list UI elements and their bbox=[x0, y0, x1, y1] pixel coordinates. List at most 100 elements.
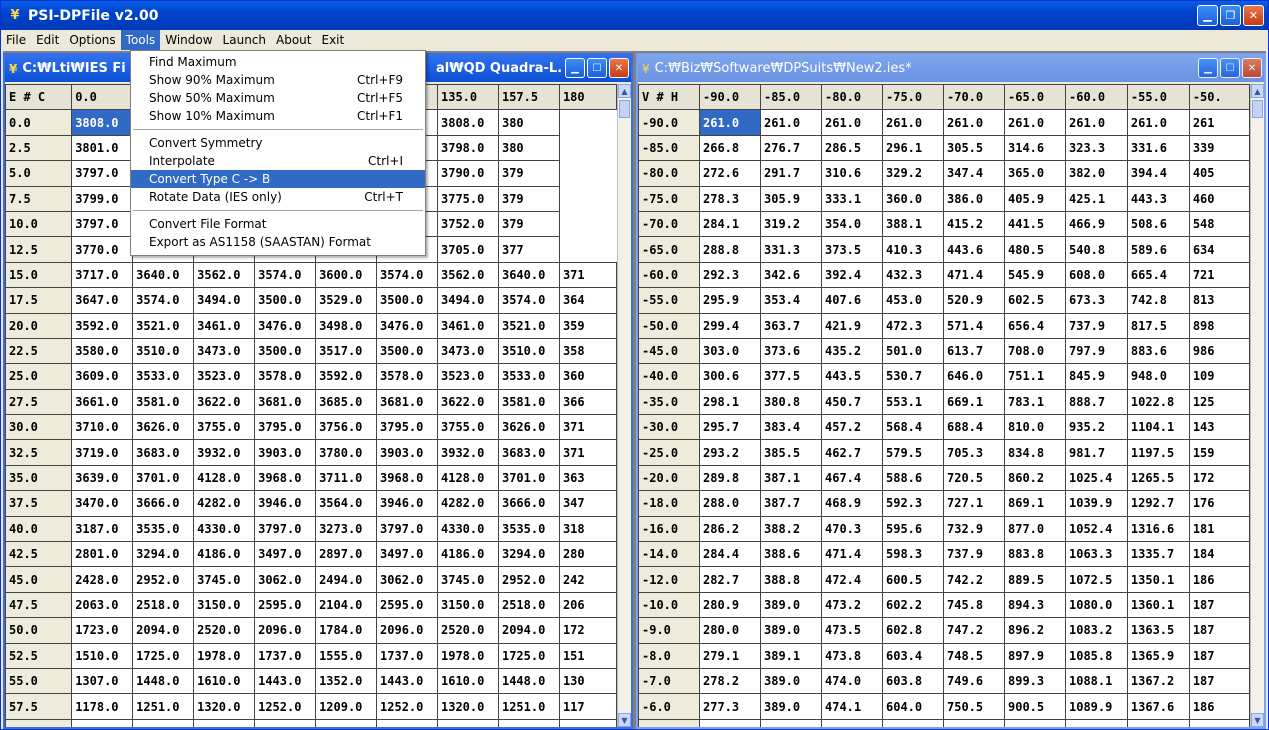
grid-cell[interactable]: 888.7 bbox=[1065, 388, 1128, 416]
grid-cell[interactable]: 3574.0 bbox=[132, 287, 195, 314]
grid-cell[interactable]: 1063.3 bbox=[1065, 541, 1128, 568]
grid-cell[interactable]: 3770.0 bbox=[71, 236, 134, 263]
grid-cell[interactable]: 751.1 bbox=[1004, 363, 1066, 390]
grid-cell[interactable]: 1978.0 bbox=[437, 642, 499, 669]
grid-cell[interactable]: 720.5 bbox=[943, 464, 1005, 492]
grid-cell[interactable]: 1320.0 bbox=[193, 693, 256, 720]
menu-item-show-10-maximum[interactable]: Show 10% Maximum Ctrl+F1 bbox=[131, 107, 425, 125]
column-header[interactable]: -65.0 bbox=[1004, 84, 1066, 111]
right-window-titlebar[interactable]: ¥ C:₩Biz₩Software₩DPSuits₩New2.ies* ▁ ☐ … bbox=[638, 55, 1264, 82]
grid-cell[interactable]: 797.9 bbox=[1065, 337, 1128, 365]
grid-cell[interactable]: 443.6 bbox=[943, 236, 1005, 263]
grid-cell[interactable]: 389.0 bbox=[760, 667, 822, 695]
grid-cell[interactable]: 3578.0 bbox=[376, 363, 438, 390]
grid-cell[interactable]: 896.2 bbox=[1004, 617, 1066, 644]
grid-cell[interactable]: 646.0 bbox=[943, 363, 1005, 390]
grid-cell[interactable]: 261.0 bbox=[943, 109, 1005, 136]
grid-cell[interactable]: 296.1 bbox=[882, 134, 944, 162]
grid-cell[interactable]: 3473.0 bbox=[193, 337, 256, 365]
grid-cell[interactable]: 2595.0 bbox=[376, 591, 438, 619]
grid-cell[interactable]: 3510.0 bbox=[132, 337, 195, 365]
row-header[interactable]: 25.0 bbox=[5, 363, 73, 390]
row-header[interactable]: -25.0 bbox=[638, 439, 700, 466]
grid-cell[interactable]: 3521.0 bbox=[132, 312, 195, 339]
row-header[interactable]: 2.5 bbox=[5, 134, 73, 162]
grid-cell[interactable]: 480.5 bbox=[1004, 236, 1066, 263]
grid-cell[interactable]: 600.5 bbox=[882, 566, 944, 593]
grid-cell[interactable]: 3745.0 bbox=[193, 566, 256, 593]
grid-cell[interactable]: 3808.0 bbox=[437, 109, 499, 136]
grid-cell[interactable]: 665.4 bbox=[1126, 261, 1190, 289]
menu-item-show-90-maximum[interactable]: Show 90% Maximum Ctrl+F9 bbox=[131, 71, 425, 89]
grid-cell[interactable]: 206 bbox=[558, 591, 617, 619]
grid-cell[interactable]: 371 bbox=[558, 414, 617, 441]
grid-cell[interactable]: 571.4 bbox=[943, 312, 1005, 339]
grid-cell[interactable]: 385.5 bbox=[760, 439, 822, 466]
grid-cell[interactable]: 742.8 bbox=[1126, 287, 1190, 314]
grid-cell[interactable]: 472.4 bbox=[821, 566, 883, 593]
grid-cell[interactable]: 3755.0 bbox=[193, 414, 256, 441]
grid-cell[interactable]: 3780.0 bbox=[315, 439, 378, 466]
grid-cell[interactable]: 894.3 bbox=[1004, 591, 1066, 619]
grid-cell[interactable]: 387.7 bbox=[760, 490, 822, 517]
grid-cell[interactable]: 634 bbox=[1188, 236, 1250, 263]
grid-cell[interactable]: 466.9 bbox=[1065, 210, 1128, 238]
grid-cell[interactable]: 3717.0 bbox=[71, 261, 134, 289]
grid-cell[interactable]: 2096.0 bbox=[254, 617, 317, 644]
grid-cell[interactable]: 364 bbox=[558, 287, 617, 314]
grid-cell[interactable]: 737.9 bbox=[943, 541, 1005, 568]
grid-cell[interactable]: 4186.0 bbox=[437, 541, 499, 568]
grid-cell[interactable]: 3797.0 bbox=[254, 515, 317, 543]
grid-cell[interactable]: 3581.0 bbox=[132, 388, 195, 416]
row-header[interactable]: 35.0 bbox=[5, 464, 73, 492]
grid-cell[interactable]: 1119.0 bbox=[254, 718, 317, 727]
grid-cell[interactable]: 261.0 bbox=[1004, 109, 1066, 136]
grid-cell[interactable]: 185 bbox=[1188, 718, 1250, 727]
grid-cell[interactable]: 3903.0 bbox=[376, 439, 438, 466]
row-header[interactable]: -70.0 bbox=[638, 210, 700, 238]
grid-cell[interactable]: 877.0 bbox=[1004, 515, 1066, 543]
row-header[interactable]: 15.0 bbox=[5, 261, 73, 289]
grid-cell[interactable]: 3752.0 bbox=[437, 210, 499, 238]
row-header[interactable]: -55.0 bbox=[638, 287, 700, 314]
grid-cell[interactable]: 3647.0 bbox=[71, 287, 134, 314]
grid-cell[interactable]: 1335.7 bbox=[1126, 541, 1190, 568]
grid-cell[interactable]: 176 bbox=[1188, 490, 1250, 517]
row-header[interactable]: -12.0 bbox=[638, 566, 700, 593]
grid-cell[interactable]: 3755.0 bbox=[437, 414, 499, 441]
grid-cell[interactable]: 656.4 bbox=[1004, 312, 1066, 339]
grid-cell[interactable]: 3609.0 bbox=[71, 363, 134, 390]
grid-cell[interactable]: 1367.6 bbox=[1126, 693, 1190, 720]
grid-cell[interactable]: 3529.0 bbox=[315, 287, 378, 314]
row-header[interactable]: 17.5 bbox=[5, 287, 73, 314]
grid-cell[interactable]: 1725.0 bbox=[132, 642, 195, 669]
grid-cell[interactable]: 2518.0 bbox=[132, 591, 195, 619]
grid-cell[interactable]: 3701.0 bbox=[132, 464, 195, 492]
grid-cell[interactable]: 1251.0 bbox=[497, 693, 560, 720]
grid-cell[interactable]: 371 bbox=[558, 439, 617, 466]
grid-cell[interactable]: 3797.0 bbox=[71, 210, 134, 238]
grid-cell[interactable]: 2952.0 bbox=[132, 566, 195, 593]
column-header[interactable]: -90.0 bbox=[699, 84, 761, 111]
row-header[interactable]: 12.5 bbox=[5, 236, 73, 263]
grid-cell[interactable]: 520.9 bbox=[943, 287, 1005, 314]
grid-cell[interactable]: 474.2 bbox=[821, 718, 883, 727]
grid-cell[interactable]: 3745.0 bbox=[437, 566, 499, 593]
grid-cell[interactable]: 276.7 bbox=[760, 134, 822, 162]
grid-cell[interactable]: 379 bbox=[497, 210, 560, 238]
grid-cell[interactable]: 353.4 bbox=[760, 287, 822, 314]
grid-cell[interactable]: 598.3 bbox=[882, 541, 944, 568]
grid-cell[interactable]: 363 bbox=[558, 464, 617, 492]
grid-cell[interactable]: 2094.0 bbox=[132, 617, 195, 644]
grid-cell[interactable]: 948.0 bbox=[1126, 363, 1190, 390]
grid-cell[interactable]: 184 bbox=[1188, 541, 1250, 568]
column-header[interactable]: 180 bbox=[558, 84, 617, 111]
right-data-grid[interactable]: V # H -90.0 -85.0 -80.0 -75.0 -70.0 -65.0 -60.0… bbox=[638, 84, 1250, 727]
grid-cell[interactable]: 1252.0 bbox=[376, 693, 438, 720]
row-header[interactable]: 27.5 bbox=[5, 388, 73, 416]
grid-cell[interactable]: 3533.0 bbox=[497, 363, 560, 390]
grid-cell[interactable]: 3681.0 bbox=[254, 388, 317, 416]
grid-cell[interactable]: 292.3 bbox=[699, 261, 761, 289]
grid-cell[interactable]: 4186.0 bbox=[193, 541, 256, 568]
row-header[interactable]: -7.0 bbox=[638, 667, 700, 695]
